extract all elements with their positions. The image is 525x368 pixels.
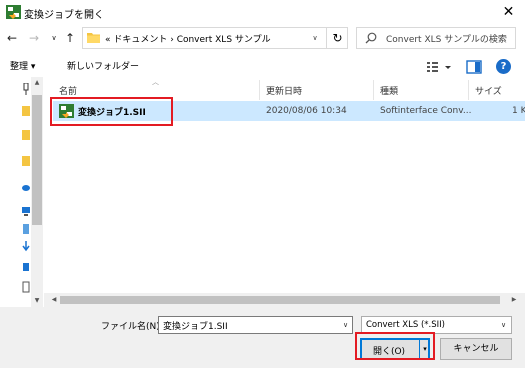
filename-field[interactable]: 変換ジョブ1.SII ∨ — [158, 316, 353, 334]
horizontal-scrollbar[interactable]: ◀ ▶ — [44, 293, 525, 307]
filename-label: ファイル名(N): — [101, 322, 163, 332]
column-divider[interactable] — [373, 80, 374, 100]
dialog-footer: ファイル名(N): 変換ジョブ1.SII ∨ Convert XLS (*.SI… — [0, 307, 525, 368]
forward-button[interactable]: → — [26, 28, 42, 48]
scroll-left-button[interactable]: ◀ — [48, 293, 60, 307]
close-button[interactable]: ✕ — [492, 0, 525, 25]
organize-button[interactable]: 整理 ▾ — [10, 57, 35, 77]
folder-icon[interactable] — [22, 129, 30, 141]
back-button[interactable]: ← — [4, 28, 20, 48]
address-dropdown-button[interactable]: ∨ — [307, 28, 323, 48]
cancel-button[interactable]: キャンセル — [440, 338, 512, 360]
window-title: 変換ジョブを開く — [24, 10, 104, 21]
help-button[interactable]: ? — [496, 59, 511, 74]
column-header-date[interactable]: 更新日時 — [266, 84, 302, 98]
scroll-thumb[interactable] — [60, 296, 500, 304]
scroll-up-button[interactable]: ▲ — [31, 77, 43, 89]
device-icon[interactable] — [22, 223, 30, 235]
column-divider[interactable] — [468, 80, 469, 100]
filetype-value: Convert XLS (*.SII) — [366, 320, 445, 330]
filename-dropdown-button[interactable]: ∨ — [339, 317, 352, 333]
search-input[interactable]: Convert XLS サンプルの検索 — [356, 27, 516, 49]
highlight-box — [355, 332, 435, 360]
pin-icon[interactable] — [22, 83, 30, 95]
column-header-type[interactable]: 種類 — [380, 84, 398, 98]
filename-value: 変換ジョブ1.SII — [163, 322, 228, 332]
downloads-icon[interactable] — [22, 241, 30, 253]
documents-icon[interactable] — [22, 281, 30, 293]
title-bar: 変換ジョブを開く ✕ — [0, 0, 525, 25]
folder-icon — [87, 33, 100, 43]
scroll-right-button[interactable]: ▶ — [508, 293, 520, 307]
music-icon[interactable] — [22, 261, 30, 273]
scroll-down-button[interactable]: ▼ — [31, 295, 43, 307]
folder-icon[interactable] — [22, 105, 30, 117]
sort-ascending-icon: ︿ — [152, 78, 159, 86]
search-icon — [365, 32, 377, 44]
folder-icon[interactable] — [22, 155, 30, 167]
preview-pane-icon[interactable] — [466, 60, 482, 74]
file-modified: 2020/08/06 10:34 — [266, 106, 347, 116]
onedrive-icon[interactable] — [22, 181, 30, 193]
highlight-box — [50, 97, 173, 126]
navigation-pane[interactable]: ▲ ▼ — [0, 77, 43, 307]
column-header-name[interactable]: 名前 — [59, 84, 77, 98]
column-header-size[interactable]: サイズ — [475, 84, 502, 98]
convert-xls-app-icon — [6, 5, 21, 19]
refresh-button[interactable]: ↻ — [326, 28, 348, 48]
file-size: 1 KB — [512, 106, 525, 116]
column-divider[interactable] — [259, 80, 260, 100]
search-placeholder: Convert XLS サンプルの検索 — [386, 35, 507, 45]
this-pc-icon[interactable] — [22, 205, 30, 217]
new-folder-button[interactable]: 新しいフォルダー — [67, 57, 139, 77]
breadcrumb[interactable]: « ドキュメント › Convert XLS サンプル — [105, 32, 271, 45]
file-type: Softinterface Conv... — [380, 106, 472, 116]
filetype-dropdown-button[interactable]: ∨ — [497, 317, 510, 333]
recent-locations-button[interactable]: ∨ — [46, 28, 62, 48]
address-bar[interactable]: « ドキュメント › Convert XLS サンプル ∨ ↻ — [82, 27, 348, 49]
scroll-thumb[interactable] — [32, 95, 42, 225]
up-folder-button[interactable]: ↑ — [62, 28, 78, 48]
view-options-icon[interactable] — [425, 60, 453, 74]
toolbar: 整理 ▾ 新しいフォルダー ? — [0, 57, 525, 77]
nav-scrollbar[interactable]: ▲ ▼ — [31, 77, 43, 307]
